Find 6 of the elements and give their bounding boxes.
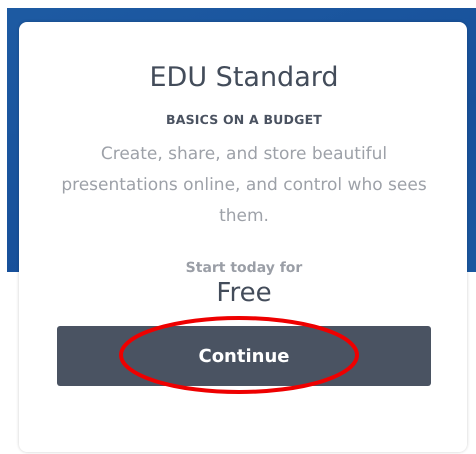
price: Free	[216, 277, 272, 310]
price-label: Start today for	[186, 260, 302, 276]
plan-description: Create, share, and store beautiful presentations online, and control who sees them.	[60, 143, 428, 228]
plan-title: EDU Standard	[149, 61, 339, 95]
plan-tagline: BASICS ON A BUDGET	[166, 112, 322, 127]
continue-button[interactable]: Continue	[57, 326, 431, 386]
